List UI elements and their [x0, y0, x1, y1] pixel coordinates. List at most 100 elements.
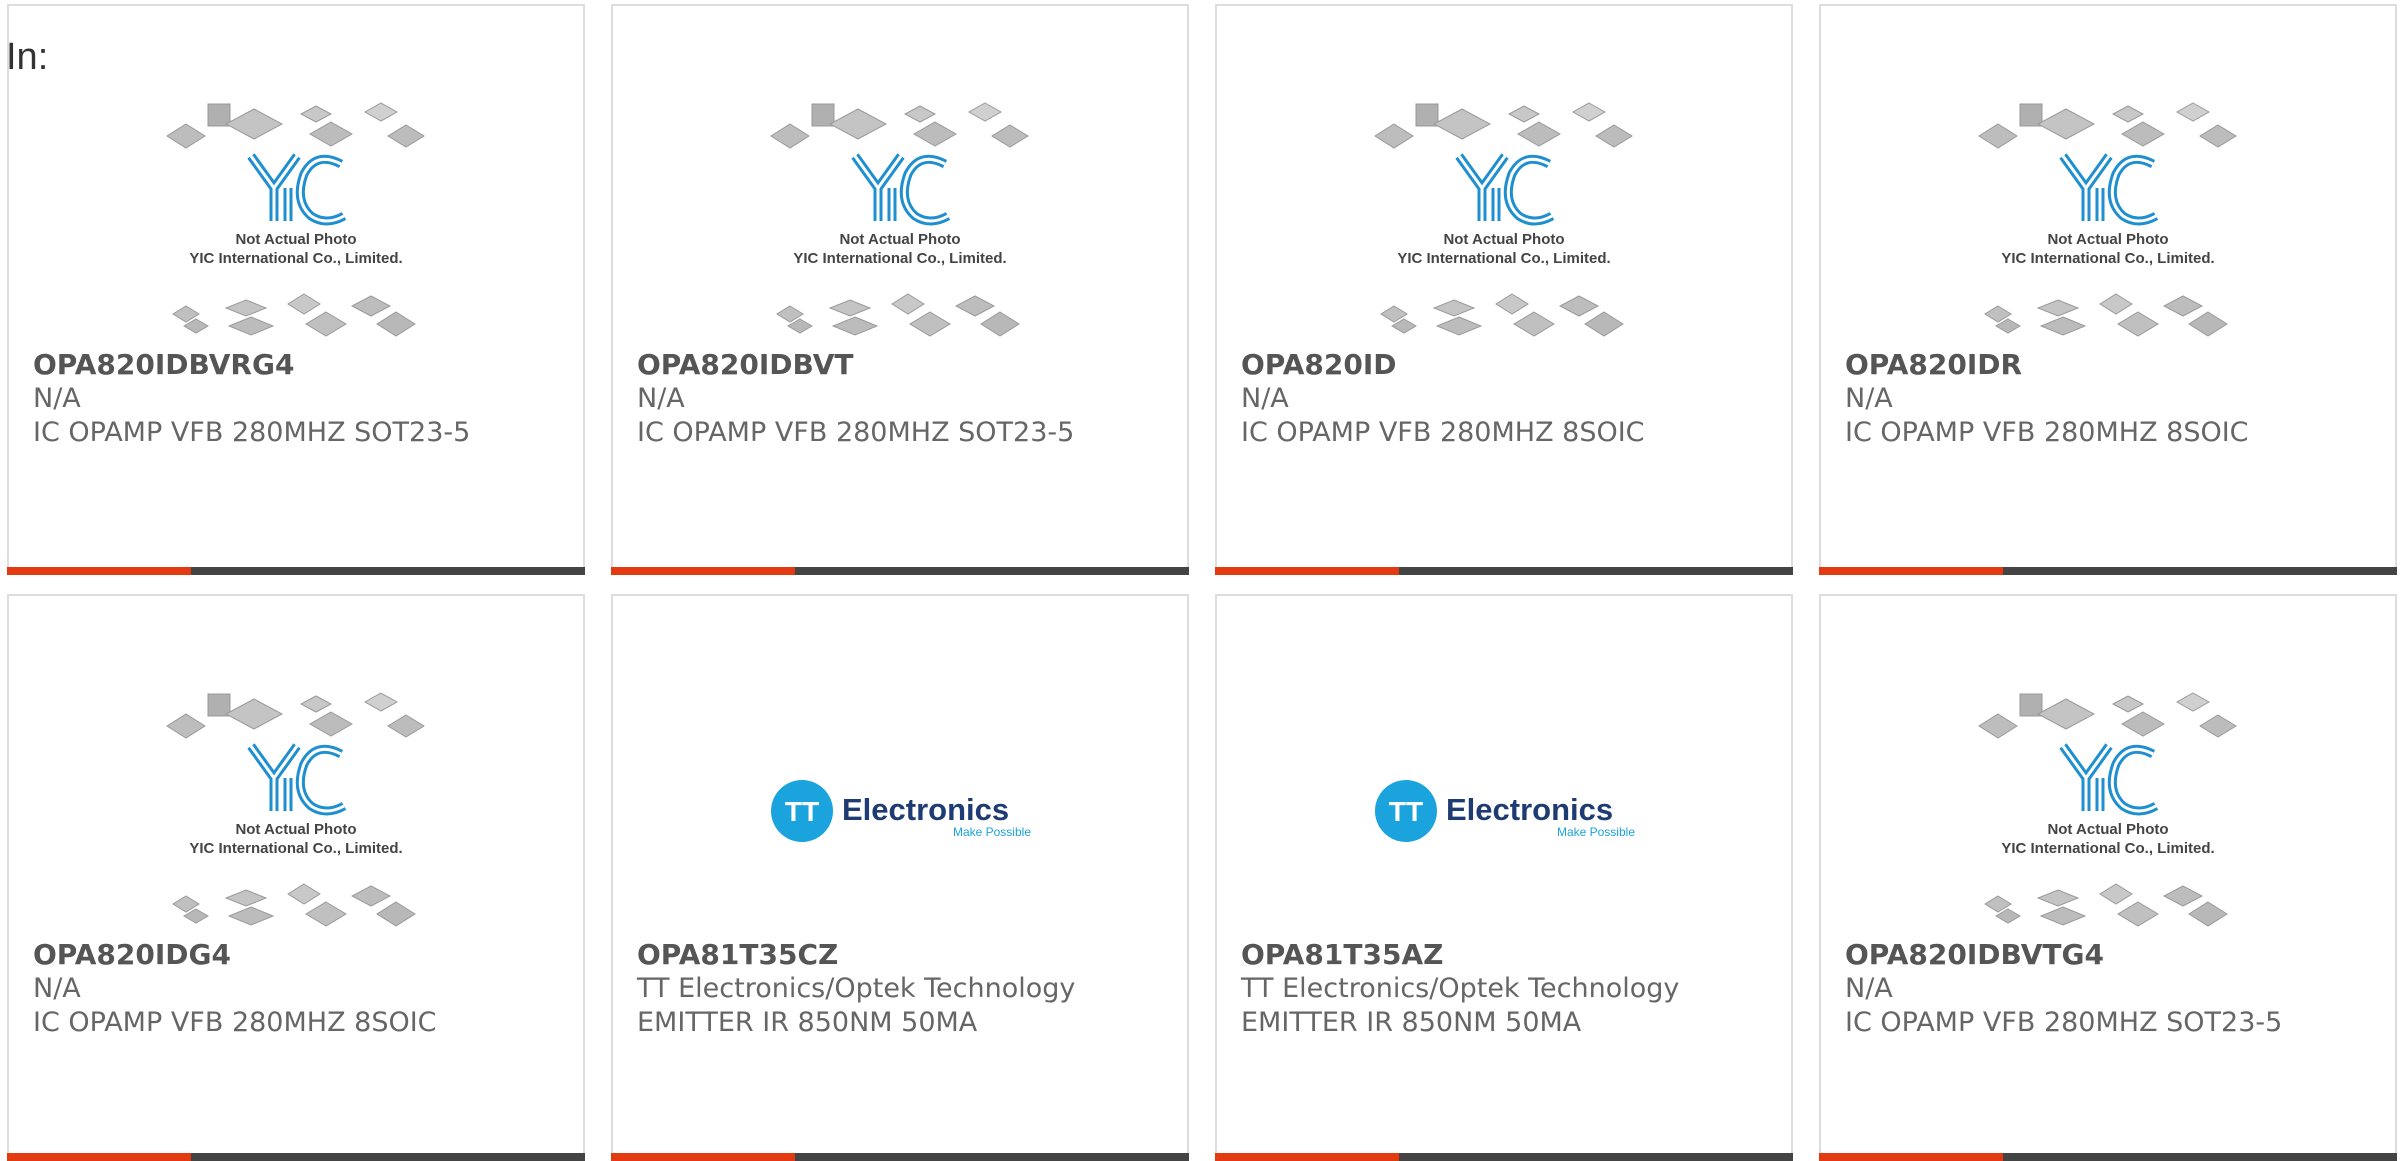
tt-electronics-logo: TT ElectronicsMake Possible	[1375, 780, 1635, 842]
product-image[interactable]: TT Electronics Make Possible	[1217, 686, 1791, 936]
yic-logo	[2059, 743, 2159, 816]
manufacturer-text: N/A	[1845, 973, 1893, 1004]
description-text: IC OPAMP VFB 280MHZ 8SOIC	[33, 1007, 437, 1038]
yic-placeholder-image: Not Actual Photo YIC International Co., L…	[1978, 692, 2237, 927]
chip-cluster-top	[1978, 692, 2237, 739]
part-number-link[interactable]: OPA820IDBVT	[637, 348, 1177, 382]
description-text: IC OPAMP VFB 280MHZ 8SOIC	[1241, 417, 1645, 448]
part-number-link[interactable]: OPA820IDG4	[33, 938, 573, 972]
product-image[interactable]: Not Actual Photo YIC International Co., L…	[613, 96, 1187, 346]
caption-line1: Not Actual Photo	[2047, 231, 2168, 248]
chip-cluster-bottom	[1984, 883, 2228, 927]
product-card[interactable]: TT Electronics Make Possible OPA81T35AZ TT…	[1215, 594, 1793, 1161]
chip-cluster-bottom	[1984, 293, 2228, 337]
manufacturer-text: N/A	[1845, 383, 1893, 414]
product-card[interactable]: Not Actual Photo YIC International Co., L…	[7, 4, 585, 575]
tt-badge-text: TT	[1389, 796, 1423, 827]
tt-electronics-logo: TT ElectronicsMake Possible	[771, 780, 1031, 842]
caption-line2: YIC International Co., Limited.	[189, 250, 402, 267]
product-image[interactable]: TT Electronics Make Possible	[613, 686, 1187, 936]
card-bottom-bar	[1215, 1153, 1793, 1161]
part-number-link[interactable]: OPA820IDBVTG4	[1845, 938, 2385, 972]
tt-brand-name: Electronics	[842, 792, 1009, 827]
card-bottom-bar	[7, 567, 585, 575]
card-accent-bar	[1819, 1153, 2003, 1161]
chip-cluster-bottom	[776, 293, 1020, 337]
yic-logo	[851, 153, 951, 226]
product-image[interactable]: Not Actual Photo YIC International Co., L…	[1821, 96, 2395, 346]
card-accent-bar	[1819, 567, 2003, 575]
yic-placeholder-image: Not Actual Photo YIC International Co., L…	[1978, 102, 2237, 337]
yic-logo	[1455, 153, 1555, 226]
product-card[interactable]: TT Electronics Make Possible OPA81T35CZ TT…	[611, 594, 1189, 1161]
chip-cluster-top	[1374, 102, 1633, 149]
chip-cluster-top	[166, 102, 425, 149]
caption-line2: YIC International Co., Limited.	[2001, 250, 2214, 267]
card-accent-bar	[7, 567, 191, 575]
description-text: IC OPAMP VFB 280MHZ SOT23-5	[637, 417, 1075, 448]
yic-logo	[2059, 153, 2159, 226]
chip-cluster-top	[770, 102, 1029, 149]
card-accent-bar	[1215, 567, 1399, 575]
caption-line1: Not Actual Photo	[2047, 821, 2168, 838]
description-text: IC OPAMP VFB 280MHZ 8SOIC	[1845, 417, 2249, 448]
card-accent-bar	[1215, 1153, 1399, 1161]
manufacturer-text: TT Electronics/Optek Technology	[1241, 973, 1680, 1004]
filter-label: In:	[6, 36, 49, 78]
description-text: EMITTER IR 850NM 50MA	[1241, 1007, 1582, 1038]
card-bottom-bar	[1819, 567, 2397, 575]
part-number-link[interactable]: OPA820ID	[1241, 348, 1781, 382]
card-accent-bar	[611, 1153, 795, 1161]
caption-line2: YIC International Co., Limited.	[1397, 250, 1610, 267]
part-number-link[interactable]: OPA81T35AZ	[1241, 938, 1781, 972]
yic-placeholder-image: Not Actual Photo YIC International Co., L…	[166, 102, 425, 337]
tt-tagline: Make Possible	[1557, 825, 1635, 839]
card-bottom-bar	[611, 1153, 1189, 1161]
manufacturer-text: N/A	[33, 973, 81, 1004]
product-card[interactable]: Not Actual Photo YIC International Co., L…	[1819, 594, 2397, 1161]
card-accent-bar	[7, 1153, 191, 1161]
chip-cluster-bottom	[172, 883, 416, 927]
product-card[interactable]: Not Actual Photo YIC International Co., L…	[1215, 4, 1793, 575]
description-text: EMITTER IR 850NM 50MA	[637, 1007, 978, 1038]
yic-placeholder-image: Not Actual Photo YIC International Co., L…	[166, 692, 425, 927]
chip-cluster-bottom	[1380, 293, 1624, 337]
yic-logo	[247, 153, 347, 226]
caption-line2: YIC International Co., Limited.	[793, 250, 1006, 267]
caption-line1: Not Actual Photo	[839, 231, 960, 248]
chip-cluster-top	[166, 692, 425, 739]
part-number-link[interactable]: OPA81T35CZ	[637, 938, 1177, 972]
description-text: IC OPAMP VFB 280MHZ SOT23-5	[33, 417, 471, 448]
product-card[interactable]: Not Actual Photo YIC International Co., L…	[7, 594, 585, 1161]
product-grid: Not Actual Photo YIC International Co., L…	[0, 0, 2400, 1161]
caption-line1: Not Actual Photo	[1443, 231, 1564, 248]
yic-placeholder-image: Not Actual Photo YIC International Co., L…	[770, 102, 1029, 337]
card-bottom-bar	[611, 567, 1189, 575]
yic-logo	[247, 743, 347, 816]
part-number-link[interactable]: OPA820IDR	[1845, 348, 2385, 382]
manufacturer-text: N/A	[1241, 383, 1289, 414]
product-image[interactable]: Not Actual Photo YIC International Co., L…	[1217, 96, 1791, 346]
tt-brand-name: Electronics	[1446, 792, 1613, 827]
card-bottom-bar	[1819, 1153, 2397, 1161]
tt-badge-text: TT	[785, 796, 819, 827]
manufacturer-text: N/A	[637, 383, 685, 414]
caption-line1: Not Actual Photo	[235, 821, 356, 838]
manufacturer-text: N/A	[33, 383, 81, 414]
part-number-link[interactable]: OPA820IDBVRG4	[33, 348, 573, 382]
product-image[interactable]: Not Actual Photo YIC International Co., L…	[9, 686, 583, 936]
card-bottom-bar	[7, 1153, 585, 1161]
product-image[interactable]: Not Actual Photo YIC International Co., L…	[1821, 686, 2395, 936]
chip-cluster-bottom	[172, 293, 416, 337]
tt-tagline: Make Possible	[953, 825, 1031, 839]
caption-line2: YIC International Co., Limited.	[2001, 840, 2214, 857]
yic-placeholder-image: Not Actual Photo YIC International Co., L…	[1374, 102, 1633, 337]
card-accent-bar	[611, 567, 795, 575]
caption-line1: Not Actual Photo	[235, 231, 356, 248]
manufacturer-text: TT Electronics/Optek Technology	[637, 973, 1076, 1004]
description-text: IC OPAMP VFB 280MHZ SOT23-5	[1845, 1007, 2283, 1038]
card-bottom-bar	[1215, 567, 1793, 575]
product-image[interactable]: Not Actual Photo YIC International Co., L…	[9, 96, 583, 346]
product-card[interactable]: Not Actual Photo YIC International Co., L…	[611, 4, 1189, 575]
product-card[interactable]: Not Actual Photo YIC International Co., L…	[1819, 4, 2397, 575]
